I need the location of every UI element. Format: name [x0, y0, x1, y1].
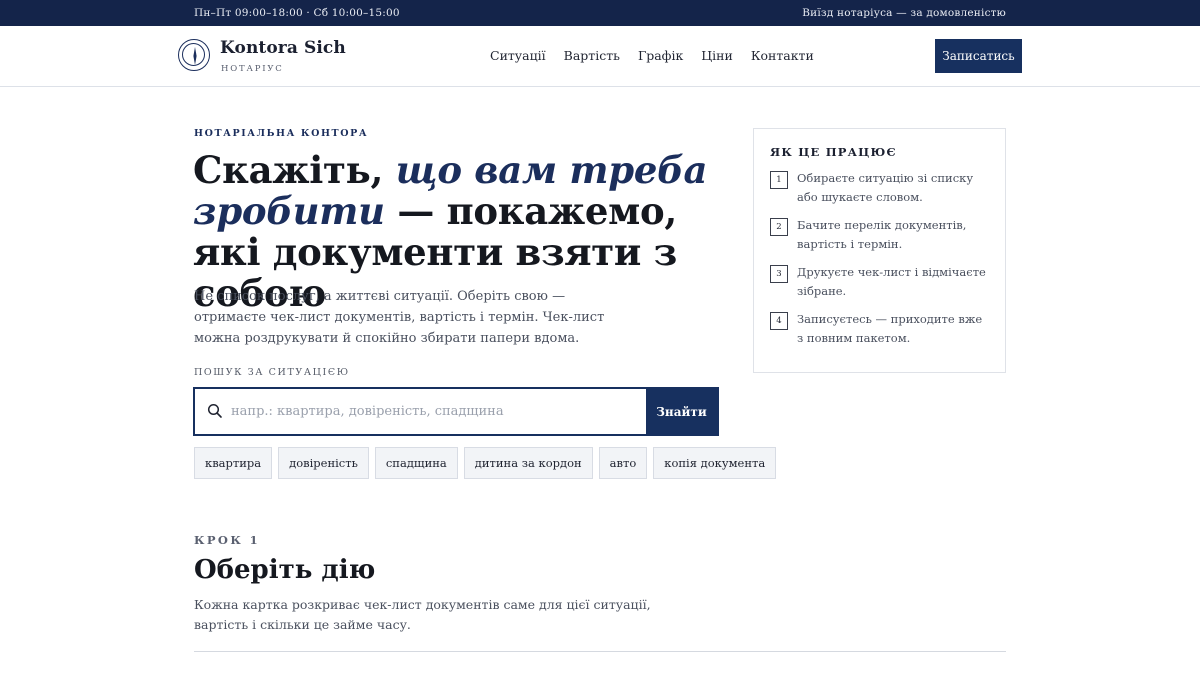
logo-icon[interactable] [178, 39, 210, 71]
chip-power-of-attorney[interactable]: довіреність [278, 447, 369, 479]
brand-subtitle: НОТАРІУС [221, 64, 284, 74]
quick-chips: квартира довіреність спадщина дитина за … [194, 447, 782, 479]
step-description: Кожна картка розкриває чек-лист документ… [194, 597, 651, 632]
step-text: Обираєте ситуацію зі списку або шукаєте … [797, 171, 974, 204]
step-label: КРОК 1 [194, 533, 260, 547]
chip-child-abroad[interactable]: дитина за кордон [463, 447, 593, 479]
book-button[interactable]: Записатись [935, 39, 1022, 73]
hero-title-part1: Скажіть, [193, 148, 396, 192]
nav-item-situations[interactable]: Ситуації [490, 48, 546, 63]
search-input[interactable] [231, 389, 641, 434]
search-button[interactable]: Знайти [646, 389, 717, 434]
brand-name[interactable]: Kontora Sich [220, 38, 346, 58]
nav-item-schedule[interactable]: Графік [638, 48, 683, 63]
step-number: 3 [770, 265, 788, 283]
step-number: 4 [770, 312, 788, 330]
nav-item-cost[interactable]: Вартість [564, 48, 620, 63]
site-header: Kontora Sich НОТАРІУС Ситуації Вартість … [0, 26, 1200, 87]
step-number: 1 [770, 171, 788, 189]
main-nav: Ситуації Вартість Графік Ціни Контакти [490, 48, 832, 63]
step-text: Бачите перелік документів, вартість і те… [797, 218, 967, 251]
hero-description: Не список послуг, а життєві ситуації. Об… [194, 289, 605, 346]
panel-title: ЯК ЦЕ ПРАЦЮЄ [770, 145, 897, 159]
search-box: Знайти [193, 387, 719, 436]
how-it-works-panel: ЯК ЦЕ ПРАЦЮЄ 1 Обираєте ситуацію зі спис… [753, 128, 1006, 373]
section-divider [194, 651, 1006, 652]
step-number: 2 [770, 218, 788, 236]
step-text: Друкуєте чек-лист і відмічаєте зібране. [797, 265, 986, 298]
chip-inheritance[interactable]: спадщина [374, 447, 458, 479]
working-hours: Пн–Пт 09:00–18:00 · Сб 10:00–15:00 [194, 7, 400, 19]
top-info-bar: Пн–Пт 09:00–18:00 · Сб 10:00–15:00 Виїзд… [0, 0, 1200, 26]
search-label: ПОШУК ЗА СИТУАЦІЄЮ [194, 367, 350, 378]
chip-document-copy[interactable]: копія документа [653, 447, 777, 479]
chip-car[interactable]: авто [598, 447, 648, 479]
nav-item-prices[interactable]: Ціни [701, 48, 733, 63]
nav-item-contacts[interactable]: Контакти [751, 48, 814, 63]
chip-apartment[interactable]: квартира [194, 447, 273, 479]
hero-eyebrow: НОТАРІАЛЬНА КОНТОРА [194, 128, 369, 139]
visit-note: Виїзд нотаріуса — за домовленістю [802, 7, 1006, 19]
search-icon [207, 403, 223, 423]
step-text: Записуєтесь — приходите вже з повним пак… [797, 312, 983, 345]
step-title: Оберіть дію [194, 555, 376, 585]
